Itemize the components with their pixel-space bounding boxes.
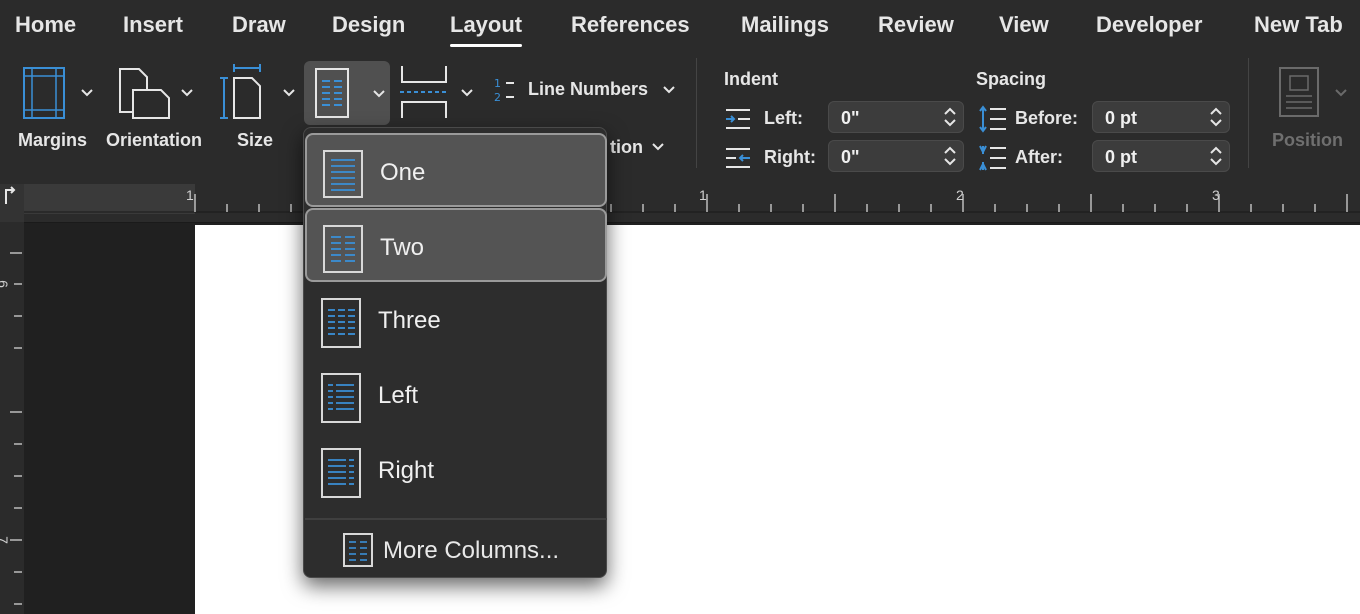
tab-review[interactable]: Review — [878, 12, 954, 38]
indent-right-field[interactable]: 0" — [828, 140, 964, 172]
indent-left-value: 0" — [841, 108, 860, 128]
horizontal-ruler[interactable]: 1 1 2 3 — [0, 184, 1360, 223]
line-numbers-icon[interactable]: 1 2 — [492, 76, 518, 104]
margins-icon[interactable] — [22, 66, 66, 120]
ribbon-separator — [696, 58, 697, 168]
line-numbers-label[interactable]: Line Numbers — [528, 79, 648, 100]
hyphenation-label[interactable]: tion — [610, 137, 643, 158]
vertical-ruler-number: 7 — [0, 536, 11, 544]
line-numbers-chevron-down-icon[interactable] — [662, 85, 676, 95]
tab-mailings[interactable]: Mailings — [741, 12, 829, 38]
size-label[interactable]: Size — [237, 130, 273, 151]
columns-option-right[interactable]: Right — [305, 433, 607, 507]
columns-option-label: Left — [378, 382, 419, 409]
columns-option-label: Right — [378, 457, 435, 484]
two-columns-icon — [323, 225, 363, 273]
indent-right-label: Right: — [764, 147, 816, 167]
hyphenation-chevron-down-icon[interactable] — [651, 142, 665, 152]
spacing-after-stepper-icon[interactable] — [1209, 144, 1223, 168]
tab-draw[interactable]: Draw — [232, 12, 286, 38]
ruler-number: 3 — [1212, 187, 1220, 203]
columns-option-label: Three — [378, 307, 441, 334]
indent-right-value: 0" — [841, 147, 860, 167]
vertical-ruler[interactable]: 6 7 — [0, 222, 24, 614]
ruler-number: 1 — [699, 187, 707, 203]
columns-option-three[interactable]: Three — [305, 283, 607, 357]
columns-option-two[interactable]: Two — [305, 208, 607, 282]
spacing-before-label: Before: — [1015, 108, 1079, 128]
tab-layout[interactable]: Layout — [450, 12, 523, 47]
position-chevron-down-icon[interactable] — [1334, 88, 1348, 98]
size-icon[interactable] — [220, 64, 266, 122]
breaks-chevron-down-icon[interactable] — [460, 88, 474, 98]
menu-divider — [305, 518, 607, 520]
indent-right-icon — [726, 148, 750, 168]
one-column-icon — [323, 150, 363, 198]
indent-left-label: Left: — [764, 108, 803, 128]
tab-design[interactable]: Design — [332, 12, 405, 38]
columns-option-label: Two — [380, 234, 425, 261]
position-label[interactable]: Position — [1272, 130, 1343, 151]
more-columns-icon — [343, 533, 373, 567]
tab-new-tab[interactable]: New Tab — [1254, 12, 1343, 38]
left-column-icon — [321, 373, 361, 423]
ribbon: Margins Orientation Size 1 2 Line Number… — [0, 52, 1360, 184]
ruler-ticks — [24, 194, 1360, 213]
spacing-before-icon — [979, 105, 1006, 133]
more-columns-label: More Columns... — [383, 537, 560, 564]
indent-left-field[interactable]: 0" — [828, 101, 964, 133]
right-column-icon — [321, 448, 361, 498]
ruler-number: 1 — [186, 187, 194, 203]
spacing-after-icon — [979, 145, 1006, 171]
orientation-chevron-down-icon[interactable] — [180, 88, 194, 98]
margins-label[interactable]: Margins — [18, 130, 87, 151]
spacing-before-field[interactable]: 0 pt — [1092, 101, 1230, 133]
spacing-before-value: 0 pt — [1105, 108, 1138, 128]
columns-dropdown-menu: One Two Three Left Right More Columns... — [303, 127, 607, 578]
indent-right-stepper-icon[interactable] — [943, 144, 957, 168]
tab-references[interactable]: References — [571, 12, 690, 38]
spacing-before-stepper-icon[interactable] — [1209, 105, 1223, 129]
tab-developer[interactable]: Developer — [1096, 12, 1202, 38]
orientation-icon[interactable] — [117, 66, 173, 120]
svg-text:1: 1 — [494, 77, 501, 90]
columns-option-label: One — [380, 159, 426, 186]
menu-bar: Home Insert Draw Design Layout Reference… — [0, 0, 1360, 52]
indent-heading: Indent — [724, 69, 778, 89]
position-icon[interactable] — [1278, 66, 1322, 120]
spacing-after-label: After: — [1015, 147, 1063, 167]
more-columns-option[interactable]: More Columns... — [305, 521, 607, 577]
tab-home[interactable]: Home — [15, 12, 76, 38]
columns-option-one[interactable]: One — [305, 133, 607, 207]
ruler-number: 2 — [956, 187, 964, 203]
columns-chevron-down-icon — [373, 90, 385, 98]
margins-chevron-down-icon[interactable] — [80, 88, 94, 98]
tab-view[interactable]: View — [999, 12, 1049, 38]
orientation-label[interactable]: Orientation — [106, 130, 202, 151]
columns-option-left[interactable]: Left — [305, 358, 607, 432]
spacing-after-field[interactable]: 0 pt — [1092, 140, 1230, 172]
svg-text:2: 2 — [494, 91, 501, 104]
indent-left-stepper-icon[interactable] — [943, 105, 957, 129]
size-chevron-down-icon[interactable] — [282, 88, 296, 98]
indent-left-icon — [726, 109, 750, 129]
three-columns-icon — [321, 298, 361, 348]
spacing-after-value: 0 pt — [1105, 147, 1138, 167]
columns-icon — [315, 68, 349, 118]
breaks-icon[interactable] — [398, 64, 450, 120]
columns-button[interactable] — [304, 61, 390, 125]
tab-insert[interactable]: Insert — [123, 12, 183, 38]
vertical-ruler-number: 6 — [0, 280, 11, 288]
ribbon-separator — [1248, 58, 1249, 168]
spacing-heading: Spacing — [976, 69, 1047, 89]
